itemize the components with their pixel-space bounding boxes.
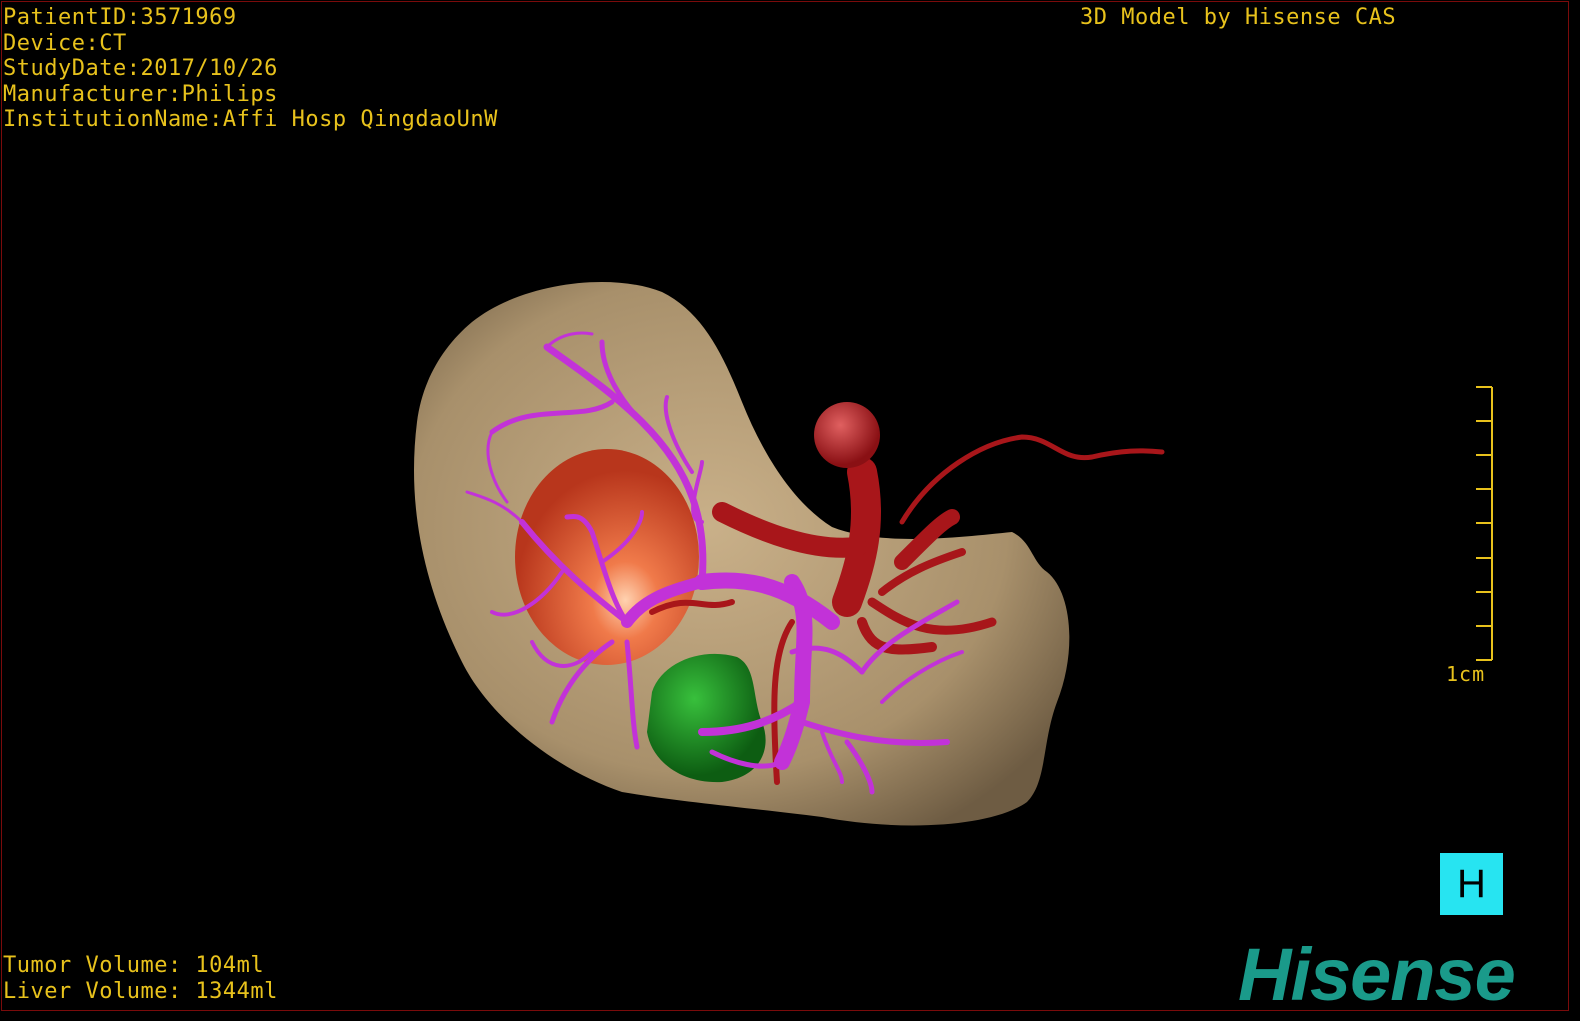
hisense-logo: Hisense [1238, 933, 1516, 1011]
3d-liver-model[interactable] [2, 2, 1568, 1010]
scale-bar [1476, 386, 1493, 661]
orientation-head-button[interactable]: H [1440, 853, 1503, 915]
tumor-volume-label: Tumor Volume: 104ml [3, 953, 265, 978]
volume-info-panel: Tumor Volume: 104ml Liver Volume: 1344ml [3, 953, 278, 1004]
3d-viewport[interactable]: PatientID:3571969 Device:CT StudyDate:2017… [1, 1, 1569, 1011]
scale-label: 1cm [1446, 662, 1486, 686]
arterial-aneurysm[interactable] [814, 402, 880, 468]
liver-volume-label: Liver Volume: 1344ml [3, 978, 278, 1004]
